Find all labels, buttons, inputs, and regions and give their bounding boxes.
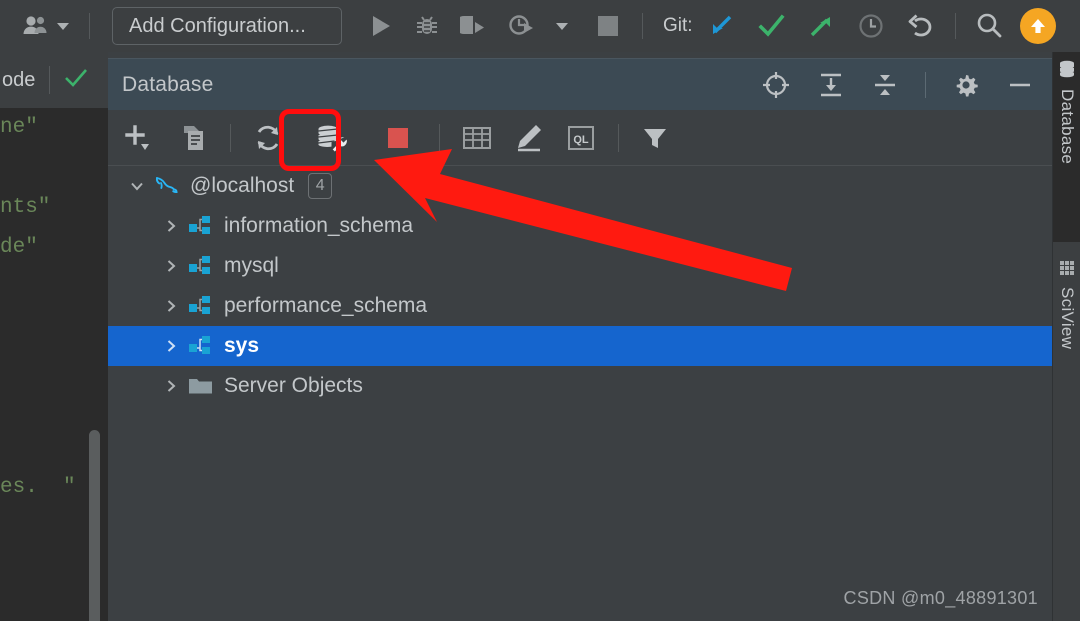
chevron-right-icon[interactable]	[158, 338, 184, 354]
avatar-dropdown[interactable]	[22, 14, 69, 38]
chevron-right-icon[interactable]	[158, 218, 184, 234]
tree-item-label: sys	[224, 334, 260, 357]
tree-row-information-schema[interactable]: information_schema	[108, 206, 1052, 246]
tree-row-localhost[interactable]: @localhost 4	[108, 166, 1052, 206]
tree-row-performance-schema[interactable]: performance_schema	[108, 286, 1052, 326]
folder-icon	[184, 375, 218, 397]
sciview-grid-icon	[1059, 260, 1075, 281]
tree-item-label: Server Objects	[224, 374, 363, 397]
duplicate-copy-icon[interactable]	[180, 123, 208, 153]
database-tree[interactable]: @localhost 4 information_schema mysql pe…	[108, 166, 1052, 621]
stop-square-icon[interactable]	[596, 14, 620, 38]
table-grid-icon[interactable]	[462, 125, 492, 151]
editor-area[interactable]: ode ne" nts" de" es. "	[0, 52, 108, 621]
database-cylinder-icon	[1058, 60, 1076, 83]
database-panel-header: Database	[108, 58, 1052, 110]
tree-row-sys[interactable]: sys	[108, 326, 1052, 366]
run-play-icon[interactable]	[368, 13, 394, 39]
chevron-right-icon[interactable]	[158, 258, 184, 274]
schema-icon	[184, 255, 218, 277]
svg-text:QL: QL	[573, 134, 589, 146]
run-with-coverage-icon[interactable]	[460, 13, 488, 39]
git-label: Git:	[663, 15, 693, 36]
update-project-arrow-icon[interactable]	[707, 12, 735, 40]
right-tool-window-bar: Database SciView	[1052, 52, 1080, 621]
expand-all-icon[interactable]	[817, 71, 845, 99]
refresh-sync-icon[interactable]	[253, 123, 283, 153]
update-arrow-up-icon[interactable]	[1019, 8, 1056, 44]
tree-row-server-objects[interactable]: Server Objects	[108, 366, 1052, 406]
run-with-profiler-icon[interactable]	[508, 13, 536, 39]
history-clock-icon[interactable]	[857, 12, 885, 40]
push-arrow-icon[interactable]	[807, 12, 835, 40]
editor-tab-label[interactable]: ode	[2, 69, 35, 92]
header-separator	[925, 71, 926, 98]
chevron-down-icon[interactable]	[556, 22, 568, 30]
sidebar-item-sciview[interactable]: SciView	[1053, 252, 1080, 422]
tree-item-label: mysql	[224, 254, 279, 277]
add-plus-icon[interactable]	[124, 122, 158, 154]
schema-icon	[184, 215, 218, 237]
toolbar-separator-1	[89, 13, 90, 39]
search-magnifier-icon[interactable]	[974, 11, 1004, 41]
inspection-checkmark-icon[interactable]	[62, 64, 90, 97]
database-header-actions	[761, 70, 1052, 100]
rollback-undo-icon[interactable]	[907, 12, 935, 40]
tree-item-label: @localhost	[190, 174, 295, 197]
code-line: ne"	[0, 116, 38, 139]
tree-item-label: performance_schema	[224, 294, 428, 317]
debug-bug-icon[interactable]	[414, 13, 440, 39]
query-language-icon[interactable]: QL	[566, 124, 596, 152]
add-configuration-button[interactable]: Add Configuration...	[112, 7, 342, 45]
page-title: Database	[122, 72, 214, 96]
tree-row-mysql[interactable]: mysql	[108, 246, 1052, 286]
mysql-dolphin-icon	[150, 175, 184, 197]
vertical-scrollbar[interactable]	[89, 430, 100, 621]
schema-icon	[184, 335, 218, 357]
stop-red-square-icon[interactable]	[385, 125, 411, 151]
toolbar-separator-2	[642, 13, 643, 39]
tree-item-label: information_schema	[224, 214, 414, 237]
sidebar-item-label: SciView	[1058, 287, 1077, 350]
commit-checkmark-icon[interactable]	[757, 12, 785, 40]
git-controls-group	[707, 12, 935, 40]
chevron-right-icon[interactable]	[158, 378, 184, 394]
chevron-down-icon	[57, 22, 69, 30]
schema-icon	[184, 295, 218, 317]
hide-minimize-icon[interactable]	[1006, 71, 1034, 99]
chevron-down-icon[interactable]	[124, 178, 150, 194]
settings-gear-icon[interactable]	[952, 71, 980, 99]
user-avatar-icon	[22, 14, 52, 38]
code-line: de"	[0, 236, 38, 259]
add-configuration-label: Add Configuration...	[129, 14, 306, 37]
database-toolbar: QL	[108, 110, 1052, 166]
run-controls-group	[368, 13, 620, 39]
edit-pencil-icon[interactable]	[514, 123, 544, 153]
toolbar-separator-c	[618, 123, 619, 152]
toolbar-separator-3	[954, 13, 956, 39]
sidebar-item-label: Database	[1058, 89, 1077, 165]
code-line: nts"	[0, 196, 51, 219]
locate-crosshair-icon[interactable]	[761, 70, 791, 100]
collapse-all-icon[interactable]	[871, 71, 899, 99]
filter-funnel-icon[interactable]	[641, 124, 669, 152]
toolbar-separator-b	[439, 123, 440, 152]
main-toolbar: Add Configuration... Git:	[0, 0, 1080, 52]
watermark-text: CSDN @m0_48891301	[843, 588, 1038, 608]
status-badge: 4	[308, 173, 333, 199]
database-tool-window: Database QL @localhost 4 information_sch…	[108, 52, 1052, 621]
sidebar-item-database[interactable]: Database	[1053, 52, 1080, 242]
screen-root: Add Configuration... Git: ode ne" nts" d…	[0, 0, 1080, 621]
editor-toolbar-separator	[49, 66, 51, 94]
database-wrench-icon[interactable]	[305, 111, 359, 165]
editor-tab-bar: ode	[0, 52, 108, 108]
chevron-right-icon[interactable]	[158, 298, 184, 314]
toolbar-separator-a	[230, 123, 231, 152]
